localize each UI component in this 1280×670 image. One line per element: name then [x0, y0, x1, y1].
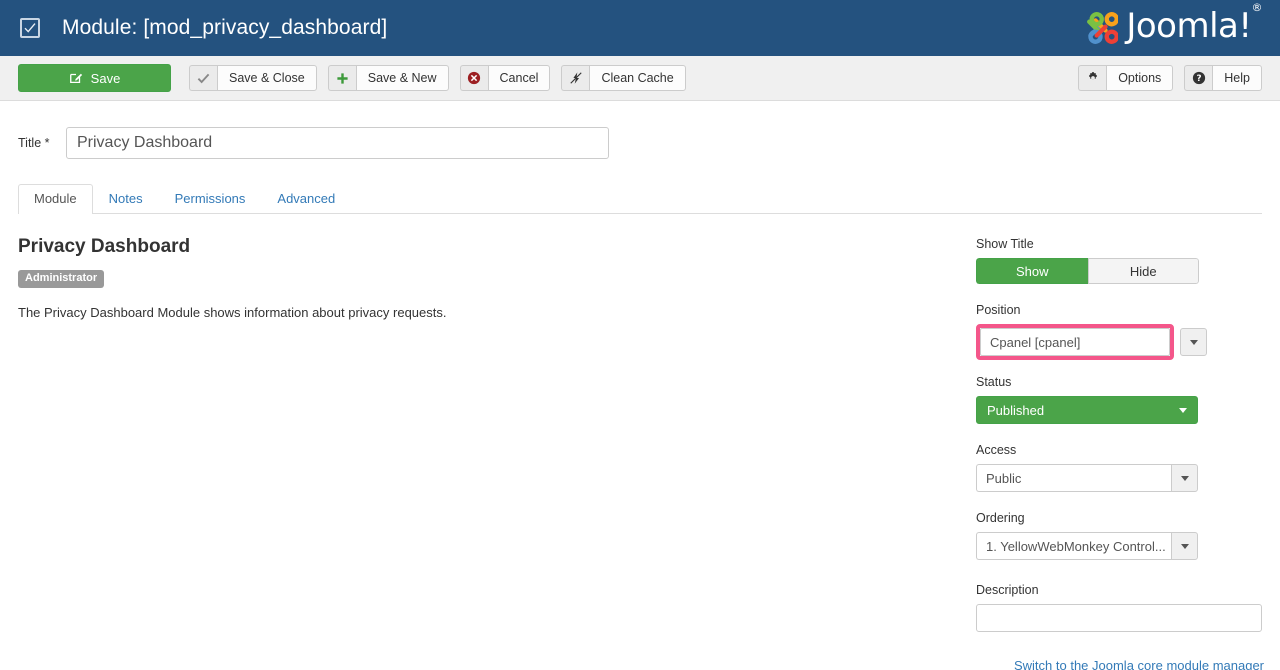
checkbox-checked-icon[interactable] — [20, 18, 40, 38]
ordering-select-value[interactable]: 1. YellowWebMonkey Control... — [976, 532, 1172, 560]
position-label: Position — [976, 303, 1021, 317]
gear-icon[interactable] — [1078, 65, 1107, 91]
ordering-label: Ordering — [976, 511, 1025, 525]
description-label: Description — [976, 583, 1039, 597]
tab-bar: Module Notes Permissions Advanced — [18, 183, 1262, 214]
field-position: Position Cpanel [cpanel] — [976, 302, 1264, 360]
chevron-down-icon — [1189, 339, 1198, 345]
ordering-select[interactable]: 1. YellowWebMonkey Control... — [976, 532, 1198, 560]
field-show-title: Show Title Show Hide — [976, 236, 1264, 284]
module-client-badge: Administrator — [18, 270, 105, 288]
clean-cache-label[interactable]: Clean Cache — [589, 65, 686, 91]
module-description: The Privacy Dashboard Module shows infor… — [18, 305, 447, 320]
save-button-label: Save — [90, 70, 121, 86]
field-access: Access Public — [976, 442, 1264, 492]
title-input[interactable] — [66, 127, 609, 159]
chevron-down-icon — [1180, 543, 1189, 549]
title-field-label: Title * — [18, 136, 50, 150]
show-title-toggle[interactable]: Show Hide — [976, 258, 1199, 284]
position-select-value[interactable]: Cpanel [cpanel] — [980, 328, 1170, 356]
field-description: Description — [976, 582, 1264, 632]
show-title-option-hide[interactable]: Hide — [1087, 258, 1199, 284]
access-dropdown-toggle[interactable] — [1171, 464, 1198, 492]
cancel-circle-icon[interactable] — [459, 65, 488, 91]
joomla-brand-text: Joomla! — [1126, 6, 1252, 46]
broom-bolt-icon[interactable] — [561, 65, 590, 91]
tab-permissions[interactable]: Permissions — [159, 184, 262, 214]
access-label: Access — [976, 443, 1017, 457]
description-input[interactable] — [976, 604, 1262, 632]
field-status: Status Published — [976, 374, 1264, 424]
toolbar: Save Save & Close Save & New Cancel Clea… — [0, 56, 1280, 101]
status-label: Status — [976, 375, 1012, 389]
joomla-logo: Joomla!® — [1078, 2, 1262, 48]
check-icon[interactable] — [189, 65, 217, 91]
status-select-value: Published — [987, 402, 1045, 418]
chevron-down-icon — [1180, 475, 1189, 481]
joomla-wordmark: Joomla!® — [1126, 2, 1262, 46]
show-title-label: Show Title — [976, 237, 1034, 251]
save-close-label[interactable]: Save & Close — [217, 65, 317, 91]
tab-module[interactable]: Module — [18, 184, 93, 214]
position-highlight-box: Cpanel [cpanel] — [976, 324, 1174, 360]
options-button[interactable]: Options — [1078, 65, 1174, 91]
module-info-panel: Privacy Dashboard Administrator The Priv… — [18, 236, 958, 670]
help-button[interactable]: ? Help — [1184, 65, 1262, 91]
options-label[interactable]: Options — [1106, 65, 1174, 91]
save-button[interactable]: Save — [18, 64, 171, 92]
status-select[interactable]: Published — [976, 396, 1198, 424]
joomla-trademark: ® — [1251, 0, 1263, 14]
switch-core-module-manager-link[interactable]: Switch to the Joomla core module manager — [976, 658, 1264, 670]
page-body: Title * Module Notes Permissions Advance… — [0, 101, 1280, 670]
cancel-button[interactable]: Cancel — [459, 65, 551, 91]
svg-text:?: ? — [1196, 74, 1201, 84]
app-header: Module: [mod_privacy_dashboard] Joomla!® — [0, 0, 1280, 56]
chevron-down-icon — [1179, 407, 1187, 413]
save-new-button[interactable]: Save & New — [327, 65, 449, 91]
access-select-value[interactable]: Public — [976, 464, 1171, 492]
joomla-mark-icon — [1087, 12, 1119, 44]
ordering-dropdown-toggle[interactable] — [1171, 532, 1198, 560]
edit-square-icon — [69, 73, 82, 84]
toolbar-right-group: Options ? Help — [1067, 65, 1262, 91]
save-close-button[interactable]: Save & Close — [189, 65, 317, 91]
page-title: Module: [mod_privacy_dashboard] — [62, 16, 388, 39]
module-name: Privacy Dashboard — [18, 236, 191, 257]
help-label[interactable]: Help — [1212, 65, 1262, 91]
plus-icon[interactable] — [327, 65, 356, 91]
content-columns: Privacy Dashboard Administrator The Priv… — [18, 214, 1264, 670]
clean-cache-button[interactable]: Clean Cache — [561, 65, 686, 91]
save-new-label[interactable]: Save & New — [355, 65, 449, 91]
question-circle-icon[interactable]: ? — [1184, 65, 1213, 91]
tab-advanced[interactable]: Advanced — [261, 184, 351, 214]
cancel-label[interactable]: Cancel — [487, 65, 551, 91]
show-title-option-show[interactable]: Show — [976, 258, 1088, 284]
title-row: Title * — [18, 101, 1262, 159]
position-dropdown-toggle[interactable] — [1180, 328, 1207, 356]
module-options-sidebar: Show Title Show Hide Position Cpanel [cp… — [976, 236, 1264, 670]
field-ordering: Ordering 1. YellowWebMonkey Control... — [976, 510, 1264, 560]
access-select[interactable]: Public — [976, 464, 1198, 492]
tab-notes[interactable]: Notes — [93, 184, 159, 214]
position-row: Cpanel [cpanel] — [976, 324, 1264, 360]
